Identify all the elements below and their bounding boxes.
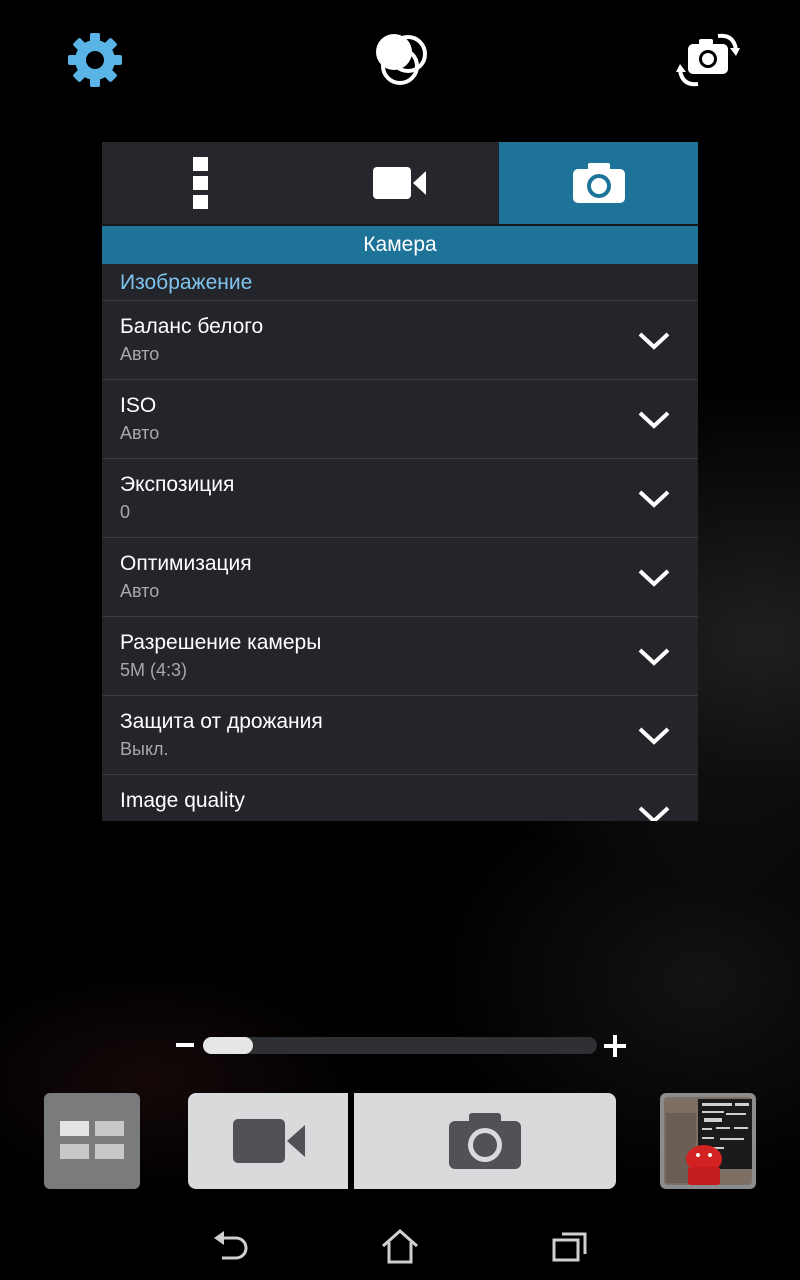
video-record-button[interactable] [188, 1093, 348, 1189]
switch-camera-icon[interactable] [674, 28, 740, 92]
tab-video-settings[interactable] [300, 142, 500, 224]
setting-label: ISO [120, 394, 157, 417]
more-vertical-icon [193, 157, 209, 209]
video-record-icon [233, 1119, 305, 1163]
setting-label: Image quality [120, 789, 245, 812]
setting-optimization[interactable]: Оптимизация Авто [102, 537, 698, 616]
tab-more-settings[interactable] [102, 142, 301, 224]
chevron-down-icon[interactable] [637, 726, 671, 746]
zoom-slider-thumb[interactable] [203, 1037, 253, 1054]
color-effects-icon[interactable] [368, 28, 432, 92]
setting-label: Разрешение камеры [120, 631, 322, 654]
chevron-down-icon[interactable] [637, 647, 671, 667]
camera-settings-panel: Камера Изображение Баланс белого Авто IS… [102, 142, 698, 821]
camera-icon [572, 163, 625, 203]
back-icon[interactable] [210, 1226, 250, 1266]
setting-value: 0 [120, 502, 131, 522]
chevron-down-icon[interactable] [637, 331, 671, 351]
settings-tabs [102, 142, 698, 224]
settings-gear-icon[interactable] [63, 28, 127, 92]
chevron-down-icon[interactable] [637, 568, 671, 588]
zoom-in-icon[interactable] [604, 1035, 626, 1057]
chevron-down-icon[interactable] [637, 489, 671, 509]
setting-exposure[interactable]: Экспозиция 0 [102, 458, 698, 537]
setting-value: 5M (4:3) [120, 660, 188, 680]
setting-stabilization[interactable]: Защита от дрожания Выкл. [102, 695, 698, 774]
setting-label: Оптимизация [120, 552, 252, 575]
tab-camera-settings[interactable] [499, 142, 698, 224]
setting-label: Защита от дрожания [120, 710, 323, 733]
chevron-down-icon[interactable] [637, 805, 671, 821]
home-icon[interactable] [380, 1226, 420, 1266]
setting-white-balance[interactable]: Баланс белого Авто [102, 300, 698, 379]
mode-grid-icon [60, 1121, 124, 1159]
settings-list: Баланс белого Авто ISO Авто Экспозиция 0… [102, 300, 698, 821]
last-photo-preview [664, 1097, 752, 1185]
setting-iso[interactable]: ISO Авто [102, 379, 698, 458]
setting-value: Авто [120, 581, 160, 601]
setting-label: Баланс белого [120, 315, 264, 338]
chevron-down-icon[interactable] [637, 410, 671, 430]
setting-label: Экспозиция [120, 473, 235, 496]
setting-camera-resolution[interactable]: Разрешение камеры 5M (4:3) [102, 616, 698, 695]
gallery-thumbnail[interactable] [660, 1093, 756, 1189]
section-title: Изображение [120, 271, 253, 294]
zoom-slider[interactable] [203, 1037, 597, 1054]
setting-value: Авто [120, 344, 160, 364]
zoom-out-icon[interactable] [176, 1043, 194, 1047]
shutter-camera-icon [449, 1113, 521, 1169]
setting-value: Авто [120, 423, 160, 443]
recent-apps-icon[interactable] [550, 1226, 590, 1266]
camera-mode-button[interactable] [44, 1093, 140, 1189]
setting-image-quality[interactable]: Image quality [102, 774, 698, 821]
video-camera-icon [373, 167, 426, 199]
photo-shutter-button[interactable] [354, 1093, 616, 1189]
setting-value: Выкл. [120, 739, 169, 759]
panel-title: Камера [102, 226, 698, 264]
